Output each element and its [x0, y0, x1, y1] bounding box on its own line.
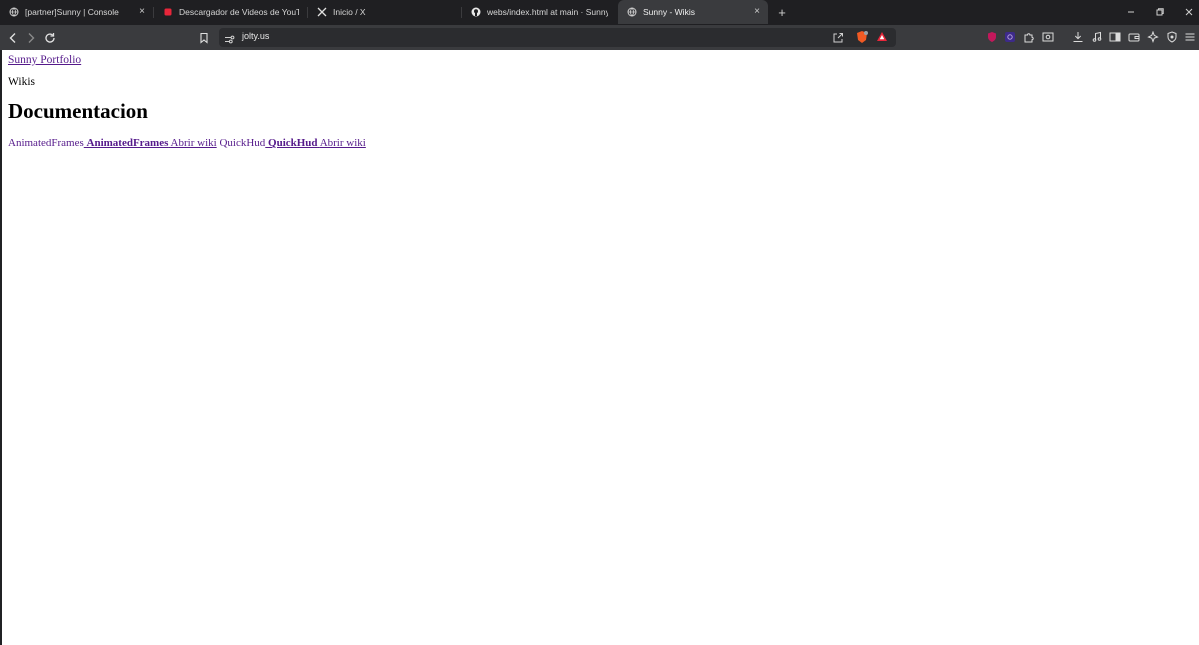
wiki-card-animatedframes[interactable]: AnimatedFrames AnimatedFrames Abrir wiki: [8, 137, 217, 149]
downloads-icon[interactable]: [1071, 30, 1085, 44]
close-tab-icon[interactable]: ×: [139, 7, 145, 17]
x-logo-icon: [317, 7, 327, 17]
open-wiki-label: Abrir wiki: [170, 137, 217, 149]
portfolio-link[interactable]: Sunny Portfolio: [8, 54, 81, 66]
restore-icon[interactable]: [1146, 0, 1174, 24]
reload-icon[interactable]: [40, 28, 60, 48]
wallet-icon[interactable]: [1127, 30, 1141, 44]
page-viewport: Sunny Portfolio Wikis Documentacion Anim…: [2, 50, 1199, 645]
tab-title: Descargador de Videos de YouTube |: [179, 7, 299, 17]
extension-shield-icon[interactable]: [985, 30, 999, 44]
tab-title: webs/index.html at main · SunnyMP/: [487, 7, 608, 17]
site-settings-icon[interactable]: [224, 32, 235, 50]
extension-purple-icon[interactable]: [1003, 30, 1017, 44]
github-icon: [471, 7, 481, 17]
extensions-puzzle-icon[interactable]: [1022, 30, 1036, 44]
brave-shields-icon[interactable]: [855, 30, 869, 49]
tab-title: Inicio / X: [333, 7, 366, 17]
tab-x-home[interactable]: Inicio / X: [308, 0, 461, 24]
wiki-name: QuickHud: [268, 137, 318, 149]
wiki-card-quickhud[interactable]: QuickHud QuickHud Abrir wiki: [219, 137, 365, 149]
close-tab-icon[interactable]: ×: [754, 7, 760, 17]
tab-youtube-downloader[interactable]: Descargador de Videos de YouTube |: [154, 0, 307, 24]
globe-icon: [9, 7, 19, 17]
tab-strip: [partner]Sunny | Console × Descargador d…: [0, 0, 1199, 25]
screenshot-icon[interactable]: [1041, 30, 1055, 44]
globe-icon: [627, 7, 637, 17]
wiki-name: AnimatedFrames: [86, 137, 169, 149]
back-icon[interactable]: [3, 28, 23, 48]
tab-title: [partner]Sunny | Console: [25, 7, 119, 17]
wiki-list: AnimatedFrames AnimatedFrames Abrir wiki…: [8, 137, 366, 149]
leo-ai-icon[interactable]: [1146, 30, 1160, 44]
address-bar[interactable]: jolty.us: [219, 28, 896, 47]
share-icon[interactable]: [832, 31, 844, 49]
sidebar-icon[interactable]: [1108, 30, 1122, 44]
new-tab-button[interactable]: +: [768, 0, 796, 25]
page-subtitle: Wikis: [8, 76, 36, 88]
open-wiki-label: Abrir wiki: [319, 137, 366, 149]
url-text: jolty.us: [242, 31, 270, 41]
tab-partner-console[interactable]: [partner]Sunny | Console ×: [0, 0, 153, 24]
vpn-shield-icon[interactable]: [1165, 30, 1179, 44]
red-square-icon: [163, 7, 173, 17]
music-icon[interactable]: [1090, 30, 1104, 44]
menu-icon[interactable]: [1183, 30, 1197, 44]
close-window-icon[interactable]: [1175, 0, 1199, 24]
minimize-icon[interactable]: [1117, 0, 1145, 24]
page-title: Documentacion: [8, 99, 148, 123]
brave-rewards-icon[interactable]: [875, 30, 889, 49]
forward-icon[interactable]: [21, 28, 41, 48]
tab-github-webs[interactable]: webs/index.html at main · SunnyMP/: [462, 0, 616, 24]
tab-sunny-wikis[interactable]: Sunny - Wikis ×: [618, 0, 768, 24]
browser-toolbar: jolty.us: [0, 25, 1199, 50]
bookmark-icon[interactable]: [194, 28, 214, 48]
broken-image-quickhud: QuickHud: [219, 137, 266, 149]
broken-image-animatedframes: AnimatedFrames: [8, 137, 84, 149]
tab-title: Sunny - Wikis: [643, 7, 695, 17]
